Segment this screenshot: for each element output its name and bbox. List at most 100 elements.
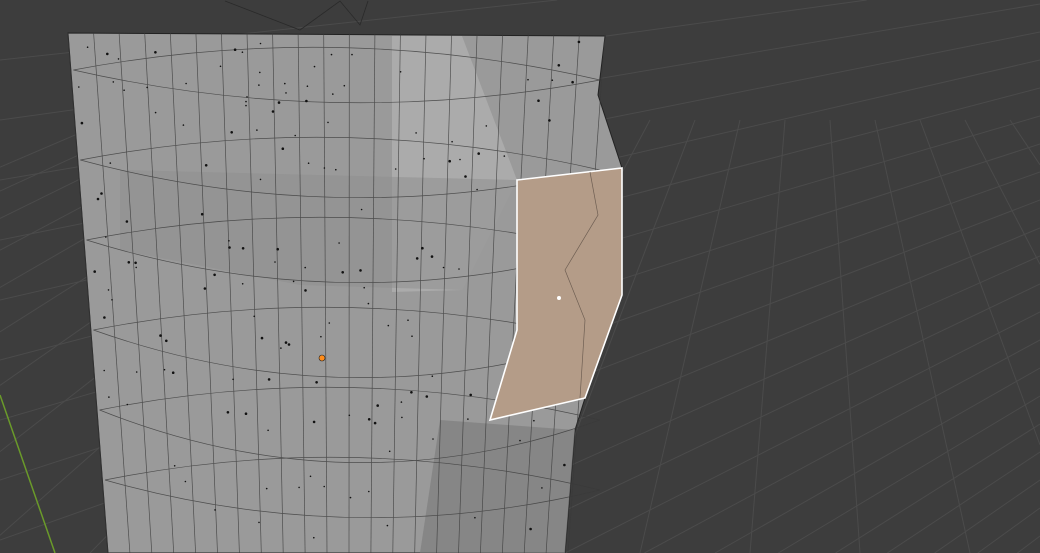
face-dot	[285, 92, 287, 94]
face-dot	[451, 140, 453, 143]
face-dot	[228, 240, 230, 242]
face-dot	[134, 261, 137, 265]
face-dot	[135, 266, 137, 269]
3d-viewport[interactable]	[0, 0, 1040, 553]
face-dot	[107, 289, 110, 291]
grid-line	[934, 479, 1040, 553]
face-dot	[258, 521, 260, 524]
viewport-canvas[interactable]	[0, 0, 1040, 553]
face-dot	[126, 403, 129, 406]
face-dot	[323, 167, 326, 169]
face-dot	[80, 121, 84, 125]
face-dot	[367, 302, 370, 305]
face-dot	[388, 450, 391, 453]
face-dot	[241, 247, 245, 250]
face-dot	[241, 51, 244, 53]
grid-line	[639, 119, 741, 553]
face-dot	[348, 414, 351, 417]
face-dot	[431, 375, 434, 378]
face-dot	[548, 119, 551, 122]
face-dot	[241, 283, 244, 285]
face-dot	[259, 71, 261, 74]
face-dot	[373, 421, 377, 425]
selected-face-center-dot	[557, 296, 561, 300]
face-dot	[415, 257, 419, 260]
y-axis-line	[0, 394, 56, 553]
face-dot	[163, 368, 166, 371]
face-dot	[267, 378, 271, 381]
face-dot	[125, 220, 129, 223]
face-dot	[173, 465, 176, 467]
face-dot	[360, 208, 363, 211]
face-dot	[203, 287, 207, 290]
face-dot	[108, 396, 110, 398]
face-dot	[86, 46, 89, 48]
grid-line	[778, 395, 1040, 553]
face-dot	[541, 487, 543, 489]
face-dot	[214, 509, 216, 511]
face-dot	[469, 393, 473, 397]
face-dot	[425, 395, 429, 398]
face-dot	[182, 124, 185, 126]
face-dot	[165, 339, 168, 343]
face-dot	[171, 371, 175, 375]
face-dot	[477, 152, 481, 155]
face-dot	[313, 536, 315, 539]
face-dot	[401, 416, 403, 419]
face-dot	[448, 159, 452, 163]
face-dot	[367, 418, 371, 421]
face-dot	[341, 271, 345, 274]
face-dot	[307, 162, 310, 164]
face-dot	[185, 82, 187, 85]
face-dot	[557, 64, 561, 67]
face-dot	[423, 157, 425, 160]
grid-line	[1017, 535, 1040, 553]
face-dot	[359, 269, 362, 272]
face-dot	[245, 100, 247, 103]
face-dot	[351, 53, 353, 56]
face-dot	[309, 475, 312, 478]
face-dot	[271, 110, 275, 113]
face-dot	[244, 412, 248, 416]
face-dot	[213, 273, 216, 277]
face-dot	[306, 85, 309, 87]
face-dot	[432, 438, 434, 440]
face-dot	[349, 496, 352, 499]
face-dot	[320, 335, 322, 338]
face-dot	[464, 175, 467, 178]
object-origin-icon[interactable]	[318, 354, 326, 362]
face-dot	[458, 268, 460, 270]
face-dot	[287, 343, 291, 346]
face-dot	[387, 324, 390, 327]
background-wire-top	[224, 0, 369, 31]
face-dot	[96, 197, 100, 201]
face-dot	[232, 378, 234, 381]
face-dot	[338, 242, 340, 244]
face-dot	[281, 147, 285, 150]
face-dot	[529, 527, 532, 531]
grid-line	[874, 119, 971, 553]
face-dot	[226, 411, 230, 414]
face-dot	[103, 316, 106, 319]
face-dot	[421, 246, 424, 250]
grid-line	[919, 119, 1040, 445]
face-dot	[233, 48, 237, 51]
face-dot	[219, 65, 222, 68]
face-dot	[305, 99, 308, 103]
face-dot	[519, 439, 521, 442]
grid-line	[964, 119, 1040, 265]
face-dot	[159, 334, 162, 337]
face-dot	[298, 486, 300, 489]
face-dot	[267, 429, 269, 432]
face-dot	[111, 299, 113, 301]
face-dot	[154, 111, 157, 114]
face-dot	[577, 40, 581, 44]
mesh-object[interactable]	[67, 32, 623, 553]
grid-line	[887, 451, 1040, 553]
face-dot	[123, 89, 125, 91]
face-dot	[258, 84, 260, 86]
face-dot	[304, 289, 307, 292]
face-dot	[245, 104, 247, 107]
face-dot	[276, 247, 280, 251]
face-dot	[571, 80, 574, 84]
